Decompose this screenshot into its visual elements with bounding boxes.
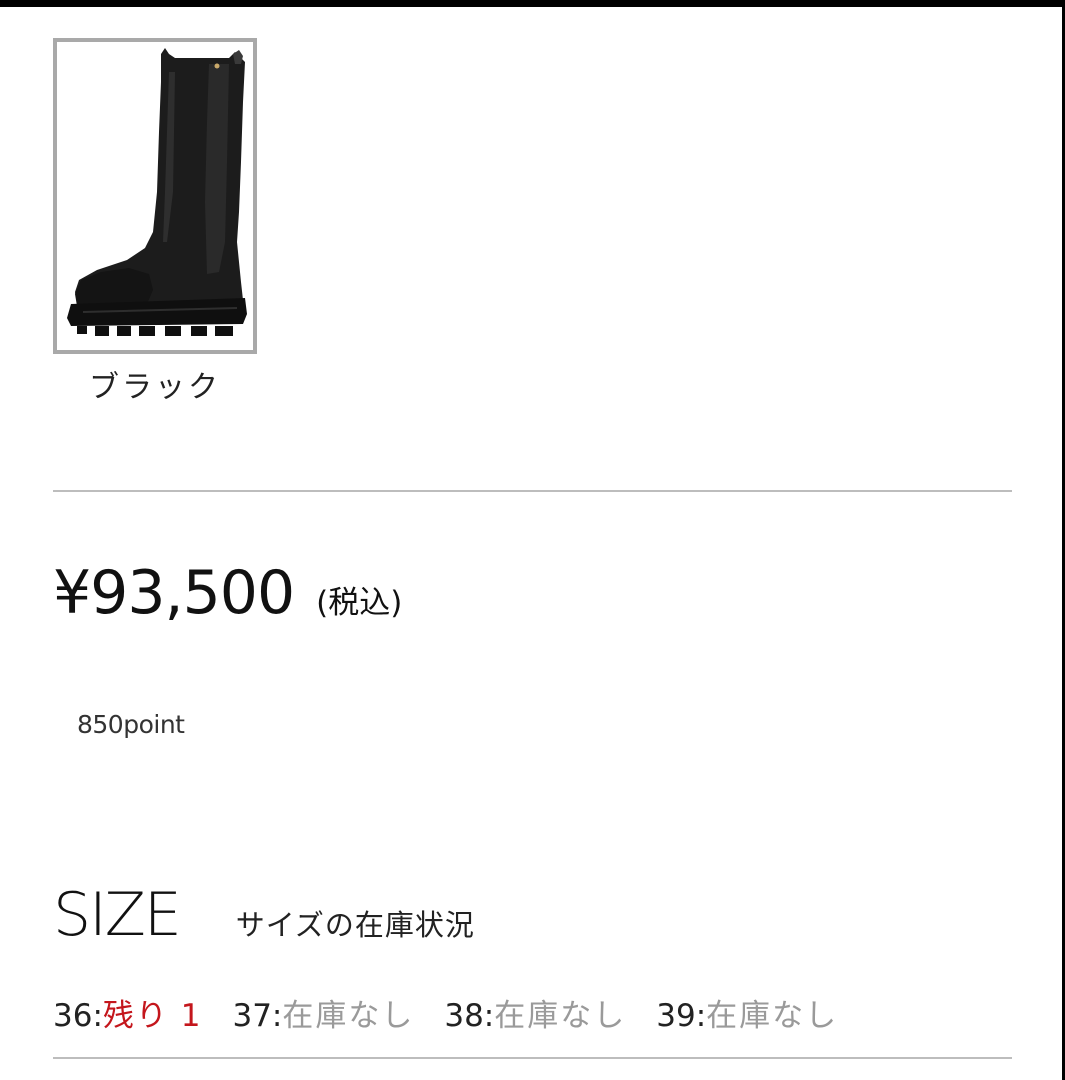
size-stock-item-39[interactable]: 39:在庫なし [656,996,838,1036]
size-subtitle: サイズの在庫状況 [235,908,475,942]
stock-status: 在庫なし [494,998,627,1034]
size-number: 38: [444,998,495,1034]
size-stock-item-38[interactable]: 38:在庫なし [444,996,626,1036]
black-chelsea-boot-image [67,48,247,336]
color-label: ブラック [89,370,221,405]
divider-bottom [53,1057,1012,1059]
color-swatch-black[interactable] [53,38,257,354]
stock-status: 在庫なし [282,998,415,1034]
price-row: ¥93,500 (税込) [53,558,402,628]
size-number: 39: [656,998,707,1034]
divider-top [53,490,1012,492]
stock-status: 在庫なし [706,998,839,1034]
size-number: 37: [232,998,283,1034]
size-stock-item-37[interactable]: 37:在庫なし [232,996,414,1036]
price-amount: ¥93,500 [53,558,295,628]
stock-status: 残り 1 [102,998,203,1034]
size-title: SIZE [53,880,182,950]
top-edge-bar [0,0,1065,7]
price-tax-note: (税込) [316,585,403,621]
size-header: SIZE サイズの在庫状況 [53,880,475,950]
size-stock-list: 36:残り 1 37:在庫なし 38:在庫なし 39:在庫なし [53,996,838,1036]
size-stock-item-36[interactable]: 36:残り 1 [53,996,202,1036]
points-label: 850point [77,710,185,739]
size-number: 36: [53,998,103,1034]
